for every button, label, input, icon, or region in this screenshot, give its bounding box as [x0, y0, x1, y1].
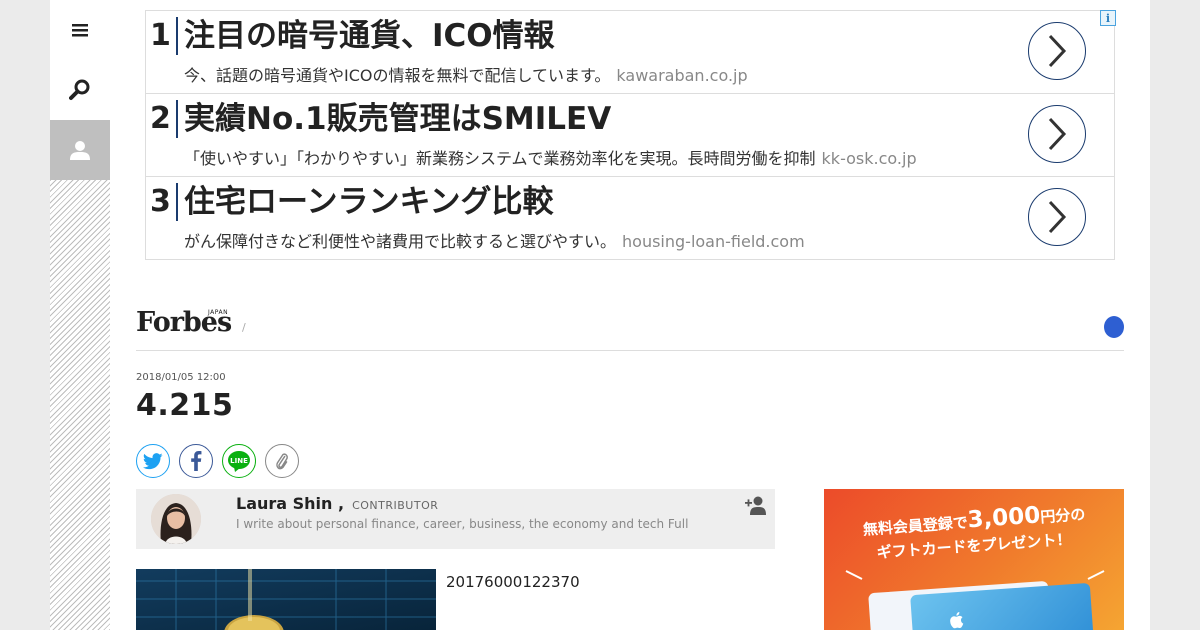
- ad-desc-text: がん保障付きなど利便性や諸費用で比較すると選びやすい。: [184, 232, 617, 251]
- ad-item[interactable]: 2 実績No.1販売管理はSMILEV 「使いやすい」「わかりやすい」新業務シス…: [146, 94, 1114, 177]
- ad-description: がん保障付きなど利便性や諸費用で比較すると選びやすい。 housing-loan-…: [184, 228, 805, 252]
- ad-item[interactable]: 1 注目の暗号通貨、ICO情報 今、話題の暗号通貨やICOの情報を無料で配信して…: [146, 11, 1114, 94]
- menu-button[interactable]: [50, 0, 110, 60]
- article-image: [136, 569, 436, 630]
- share-facebook-button[interactable]: [179, 444, 213, 478]
- ad-item[interactable]: 3 住宅ローンランキング比較 がん保障付きなど利便性や諸費用で比較すると選びやす…: [146, 177, 1114, 260]
- left-rail: [50, 0, 110, 630]
- article-date: 2018/01/05 12:00: [136, 372, 226, 383]
- ad-title[interactable]: 住宅ローンランキング比較: [184, 181, 554, 223]
- breadcrumb-separator: /: [242, 321, 246, 334]
- page: 1 注目の暗号通貨、ICO情報 今、話題の暗号通貨やICOの情報を無料で配信して…: [50, 0, 1150, 630]
- ad-number: 3: [150, 183, 178, 221]
- ad-description: 「使いやすい」「わかりやすい」新業務システムで業務効率化を実現。長時間労働を抑制…: [184, 145, 917, 169]
- copy-link-button[interactable]: [265, 444, 299, 478]
- forbes-logo-sub: JAPAN: [208, 309, 229, 316]
- bitcoin-image-icon: [136, 569, 436, 630]
- ad-open-button[interactable]: [1028, 105, 1086, 163]
- hamburger-menu-icon: [72, 24, 88, 37]
- site-header: Forbes JAPAN /: [136, 306, 1124, 351]
- add-user-icon: [745, 496, 766, 515]
- ad-title[interactable]: 注目の暗号通貨、ICO情報: [184, 15, 555, 57]
- twitter-bird-icon: [143, 452, 163, 469]
- line-logo-icon: LINE: [228, 451, 250, 472]
- share-twitter-button[interactable]: [136, 444, 170, 478]
- author-box: Laura Shin , CONTRIBUTOR I write about pe…: [136, 489, 775, 549]
- author-bio: I write about personal finance, career, …: [236, 517, 689, 531]
- search-button[interactable]: [50, 60, 110, 120]
- ad-number: 2: [150, 100, 178, 138]
- ad-title[interactable]: 実績No.1販売管理はSMILEV: [184, 98, 611, 140]
- side-banner-ad[interactable]: 無料会員登録で3,000円分の ギフトカードをプレゼント！: [824, 489, 1124, 630]
- magnifier-icon: [69, 79, 90, 100]
- ad-number: 1: [150, 17, 178, 55]
- ad-list: 1 注目の暗号通貨、ICO情報 今、話題の暗号通貨やICOの情報を無料で配信して…: [145, 10, 1115, 260]
- chevron-right-icon: [1048, 117, 1067, 151]
- user-button[interactable]: [50, 120, 110, 180]
- ad-domain[interactable]: housing-loan-field.com: [622, 232, 805, 251]
- author-role: CONTRIBUTOR: [352, 499, 439, 512]
- user-silhouette-icon: [70, 141, 90, 160]
- ad-description: 今、話題の暗号通貨やICOの情報を無料で配信しています。 kawaraban.co…: [184, 62, 748, 86]
- follow-author-button[interactable]: [745, 495, 767, 517]
- ad-domain[interactable]: kk-osk.co.jp: [822, 149, 917, 168]
- ad-open-button[interactable]: [1028, 22, 1086, 80]
- article-title: 4.215: [136, 388, 234, 423]
- facebook-f-icon: [191, 451, 202, 471]
- adchoices-icon[interactable]: i: [1100, 10, 1116, 26]
- paperclip-icon: [276, 453, 288, 470]
- ad-desc-text: 今、話題の暗号通貨やICOの情報を無料で配信しています。: [184, 66, 611, 85]
- author-avatar[interactable]: [151, 494, 201, 544]
- chevron-right-icon: [1048, 34, 1067, 68]
- share-line-button[interactable]: LINE: [222, 444, 256, 478]
- ad-open-button[interactable]: [1028, 188, 1086, 246]
- author-name[interactable]: Laura Shin , CONTRIBUTOR: [236, 494, 438, 513]
- avatar-portrait-icon: [151, 494, 201, 544]
- svg-text:LINE: LINE: [230, 457, 248, 465]
- apple-logo-icon: [950, 612, 964, 629]
- notification-dot-icon[interactable]: [1104, 316, 1124, 338]
- ad-domain[interactable]: kawaraban.co.jp: [616, 66, 747, 85]
- author-name-text[interactable]: Laura Shin ,: [236, 494, 344, 513]
- image-caption: 20176000122370: [446, 573, 580, 591]
- ad-desc-text: 「使いやすい」「わかりやすい」新業務システムで業務効率化を実現。長時間労働を抑制: [184, 149, 816, 168]
- chevron-right-icon: [1048, 200, 1067, 234]
